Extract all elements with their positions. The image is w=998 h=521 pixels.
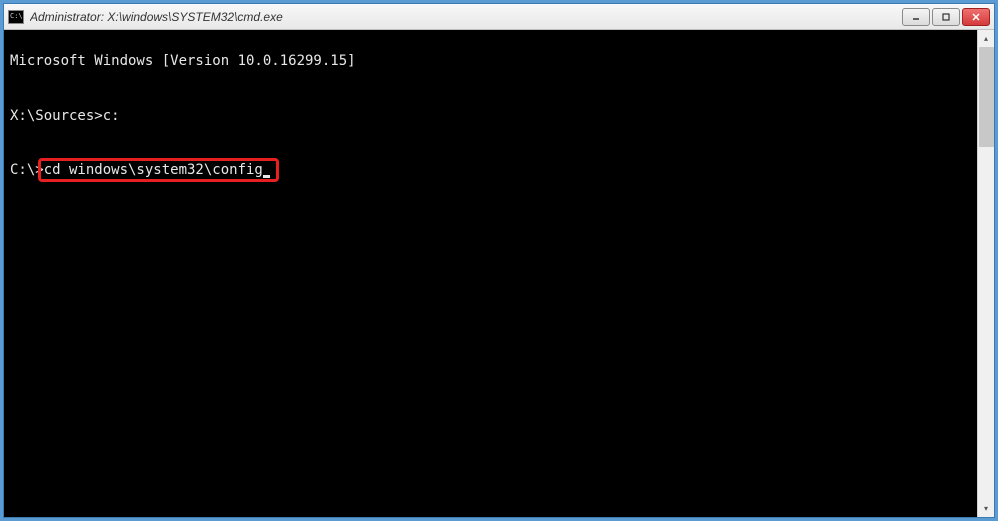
vertical-scrollbar[interactable]: ▴ ▾ xyxy=(977,30,994,517)
scroll-thumb[interactable] xyxy=(979,47,994,147)
command-text: c: xyxy=(103,108,120,124)
output-line: Microsoft Windows [Version 10.0.16299.15… xyxy=(10,52,971,70)
cursor xyxy=(263,175,270,178)
maximize-button[interactable] xyxy=(932,8,960,26)
scroll-up-arrow[interactable]: ▴ xyxy=(978,30,994,47)
client-area: Microsoft Windows [Version 10.0.16299.15… xyxy=(4,30,994,517)
close-button[interactable] xyxy=(962,8,990,26)
minimize-button[interactable] xyxy=(902,8,930,26)
scroll-down-arrow[interactable]: ▾ xyxy=(978,500,994,517)
output-line: X:\Sources>c: xyxy=(10,107,971,125)
prompt: X:\Sources> xyxy=(10,108,103,124)
prompt: C:\> xyxy=(10,162,44,178)
titlebar[interactable]: C:\ Administrator: X:\windows\SYSTEM32\c… xyxy=(4,4,994,30)
window-title: Administrator: X:\windows\SYSTEM32\cmd.e… xyxy=(30,10,896,24)
terminal-output[interactable]: Microsoft Windows [Version 10.0.16299.15… xyxy=(4,30,977,517)
command-prompt-window: C:\ Administrator: X:\windows\SYSTEM32\c… xyxy=(3,3,995,518)
output-line: C:\>cd windows\system32\config xyxy=(10,161,971,179)
command-text: cd windows\system32\config xyxy=(44,162,263,178)
cmd-icon: C:\ xyxy=(8,10,24,24)
window-controls xyxy=(902,8,990,26)
